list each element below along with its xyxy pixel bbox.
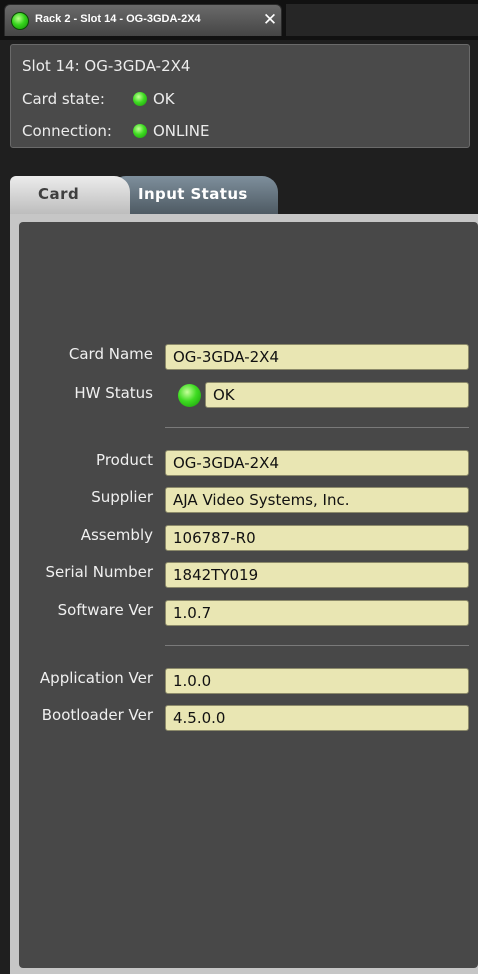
- connection-value: ONLINE: [153, 122, 210, 140]
- tab-input-status-label: Input Status: [138, 185, 248, 203]
- card-panel-frame: [10, 222, 478, 974]
- connection-line: Connection: ONLINE: [22, 119, 210, 143]
- window-tab-bar: Rack 2 - Slot 14 - OG-3GDA-2X4 ✕: [0, 0, 478, 40]
- software-ver-field: 1.0.7: [165, 600, 469, 626]
- serial-number-label: Serial Number: [45, 563, 153, 581]
- product-field: OG-3GDA-2X4: [165, 450, 469, 476]
- card-info-box: Slot 14: OG-3GDA-2X4 Card state: OK Conn…: [10, 44, 470, 148]
- close-icon[interactable]: ✕: [261, 10, 279, 30]
- card-panel: [19, 222, 478, 968]
- tab-bar-empty-area: [286, 4, 478, 36]
- slot-line: Slot 14: OG-3GDA-2X4: [22, 54, 190, 78]
- tab-strip: [10, 214, 478, 222]
- card-name-field[interactable]: OG-3GDA-2X4: [165, 344, 469, 370]
- card-state-label: Card state:: [22, 90, 105, 108]
- application-ver-label: Application Ver: [39, 669, 153, 687]
- connection-label: Connection:: [22, 122, 112, 140]
- tab-card-label: Card: [38, 185, 80, 203]
- serial-number-field: 1842TY019: [165, 562, 469, 588]
- bootloader-ver-label: Bootloader Ver: [41, 706, 153, 724]
- card-name-label: Card Name: [68, 345, 153, 363]
- hw-status-label: HW Status: [74, 384, 153, 402]
- window-tab[interactable]: Rack 2 - Slot 14 - OG-3GDA-2X4 ✕: [4, 4, 282, 36]
- card-state-line: Card state: OK: [22, 87, 175, 111]
- assembly-label: Assembly: [80, 526, 153, 544]
- bootloader-ver-field: 4.5.0.0: [165, 705, 469, 731]
- connection-led-icon: [133, 124, 147, 138]
- card-state-led-icon: [133, 92, 147, 106]
- product-label: Product: [96, 451, 153, 469]
- supplier-label: Supplier: [91, 488, 153, 506]
- assembly-field: 106787-R0: [165, 525, 469, 551]
- tab-input-status[interactable]: Input Status: [110, 176, 278, 214]
- status-led-icon: [11, 12, 29, 30]
- card-state-value: OK: [153, 90, 175, 108]
- hw-status-led-icon: [178, 384, 201, 407]
- application-ver-field: 1.0.0: [165, 668, 469, 694]
- divider-1: [165, 427, 469, 428]
- slot-label: Slot 14: OG-3GDA-2X4: [22, 57, 191, 75]
- software-ver-label: Software Ver: [57, 601, 153, 619]
- divider-2: [165, 645, 469, 646]
- hw-status-field: OK: [205, 382, 469, 408]
- window-tab-title: Rack 2 - Slot 14 - OG-3GDA-2X4: [35, 13, 201, 25]
- tab-card[interactable]: Card: [10, 176, 130, 214]
- supplier-field: AJA Video Systems, Inc.: [165, 487, 469, 513]
